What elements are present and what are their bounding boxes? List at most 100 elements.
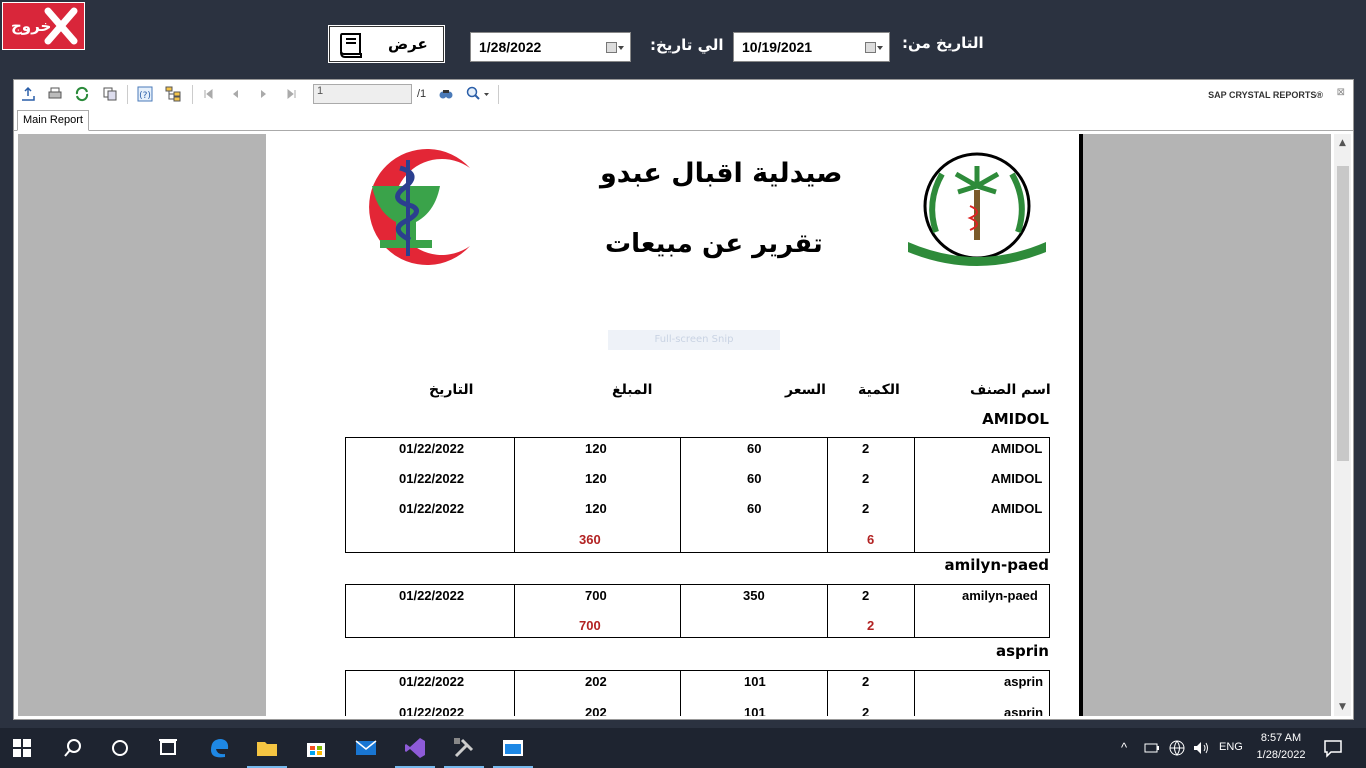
- cell-item: asprin: [1004, 674, 1044, 689]
- windows-start-icon[interactable]: [12, 738, 32, 758]
- cell-qty: 2: [862, 588, 870, 603]
- book-icon: [340, 33, 362, 58]
- cortana-icon[interactable]: [108, 736, 132, 760]
- cell-amount: 202: [585, 705, 607, 716]
- clock-time[interactable]: 8:57 AM: [1251, 732, 1311, 744]
- cell-qty: 2: [862, 674, 870, 689]
- report-title: صيدلية اقبال عبدو: [600, 158, 843, 189]
- exit-button[interactable]: خروج: [2, 2, 85, 50]
- clock-date[interactable]: 1/28/2022: [1251, 749, 1311, 761]
- total-amount: 360: [579, 532, 601, 547]
- copy-icon[interactable]: [102, 86, 118, 102]
- file-explorer-icon[interactable]: [255, 736, 279, 760]
- col-header-item: اسم الصنف: [970, 382, 1051, 398]
- group-name: AMIDOL: [982, 410, 1049, 428]
- prev-page-icon[interactable]: [227, 86, 243, 102]
- tools-icon[interactable]: [452, 736, 476, 760]
- group-table: 01/22/2022 120 60 2 AMIDOL 01/22/2022 12…: [345, 437, 1050, 553]
- total-amount: 700: [579, 618, 601, 633]
- svg-text:(?): (?): [139, 91, 151, 101]
- close-x-icon: [44, 7, 78, 45]
- report-canvas: صيدلية اقبال عبدو تقرير عن مبيعات Full-s…: [18, 134, 1331, 716]
- group-name: asprin: [995, 642, 1049, 660]
- cell-date: 01/22/2022: [399, 705, 465, 716]
- export-icon[interactable]: [20, 86, 36, 102]
- cell-item: AMIDOL: [991, 441, 1043, 456]
- cell-qty: 2: [862, 471, 870, 486]
- next-page-icon[interactable]: [256, 86, 272, 102]
- volume-icon[interactable]: [1192, 739, 1210, 757]
- battery-icon[interactable]: [1143, 739, 1161, 757]
- app-icon[interactable]: [501, 736, 525, 760]
- network-icon[interactable]: [1168, 739, 1186, 757]
- page-number-input[interactable]: 1: [313, 84, 412, 104]
- show-label: عرض: [388, 35, 428, 53]
- scroll-thumb[interactable]: [1337, 166, 1349, 461]
- total-qty: 6: [867, 532, 875, 547]
- edge-icon[interactable]: [207, 736, 231, 760]
- brand-label: SAP CRYSTAL REPORTS®: [1208, 90, 1323, 100]
- cell-price: 60: [747, 441, 762, 456]
- last-page-icon[interactable]: [284, 86, 300, 102]
- cell-price: 60: [747, 471, 762, 486]
- cell-item: amilyn-paed: [962, 588, 1038, 603]
- calendar-icon[interactable]: [606, 42, 624, 54]
- col-header-date: التاريخ: [429, 382, 474, 398]
- cell-qty: 2: [862, 441, 870, 456]
- scroll-up-icon[interactable]: ▲: [1337, 138, 1348, 148]
- find-icon[interactable]: [438, 86, 454, 102]
- first-page-icon[interactable]: [200, 86, 216, 102]
- to-date-value: 1/28/2022: [479, 39, 542, 55]
- cell-price: 101: [744, 705, 766, 716]
- cell-date: 01/22/2022: [399, 674, 465, 689]
- pharmacy-logo: [369, 149, 470, 265]
- cell-amount: 120: [585, 441, 607, 456]
- cell-item: AMIDOL: [991, 501, 1043, 516]
- cell-item: AMIDOL: [991, 471, 1043, 486]
- cell-amount: 120: [585, 471, 607, 486]
- group-tree-icon[interactable]: [165, 86, 181, 102]
- group-table: 01/22/2022 202 101 2 asprin 01/22/2022 2…: [345, 670, 1050, 716]
- print-icon[interactable]: [47, 86, 63, 102]
- cell-date: 01/22/2022: [399, 588, 465, 603]
- notification-icon[interactable]: [1323, 738, 1343, 758]
- cell-price: 101: [744, 674, 766, 689]
- from-date-label: التاريخ من:: [902, 34, 984, 52]
- report-viewer: (?) 1 /1 SAP CRYSTAL REPORTS® ⊠ Main Rep…: [13, 79, 1354, 720]
- page-total: /1: [417, 88, 427, 100]
- search-icon[interactable]: [61, 736, 85, 760]
- group-name: amilyn-paed: [944, 556, 1050, 574]
- tray-chevron-icon[interactable]: ^: [1121, 740, 1127, 755]
- cell-date: 01/22/2022: [399, 441, 465, 456]
- cell-date: 01/22/2022: [399, 501, 465, 516]
- cell-qty: 2: [862, 705, 870, 716]
- ministry-seal: [908, 152, 1046, 266]
- cell-price: 60: [747, 501, 762, 516]
- report-subtitle: تقرير عن مبيعات: [605, 229, 823, 259]
- visual-studio-icon[interactable]: [403, 736, 427, 760]
- report-page: صيدلية اقبال عبدو تقرير عن مبيعات Full-s…: [266, 134, 1083, 716]
- store-icon[interactable]: [304, 736, 328, 760]
- to-date-label: الي تاريخ:: [650, 36, 724, 54]
- vertical-scrollbar[interactable]: ▲ ▼: [1334, 134, 1351, 716]
- zoom-icon[interactable]: [466, 86, 490, 102]
- scroll-down-icon[interactable]: ▼: [1337, 702, 1348, 712]
- show-button[interactable]: عرض: [328, 25, 445, 63]
- task-view-icon[interactable]: [156, 736, 180, 760]
- toolbar-separator: [498, 85, 499, 104]
- tab-main-report[interactable]: Main Report: [17, 110, 89, 131]
- cell-amount: 120: [585, 501, 607, 516]
- col-header-qty: الكمية: [858, 382, 900, 398]
- group-table: 01/22/2022 700 350 2 amilyn-paed 700 2: [345, 584, 1050, 638]
- refresh-icon[interactable]: [74, 86, 90, 102]
- toolbar-separator: [127, 85, 128, 104]
- help-icon[interactable]: (?): [137, 86, 153, 102]
- to-date-picker[interactable]: 1/28/2022: [470, 32, 631, 62]
- from-date-picker[interactable]: 10/19/2021: [733, 32, 890, 62]
- close-viewer-icon[interactable]: ⊠: [1337, 87, 1345, 98]
- tab-strip: Main Report: [14, 109, 1353, 131]
- calendar-icon[interactable]: [865, 42, 883, 54]
- cell-item: asprin: [1004, 705, 1044, 716]
- language-indicator[interactable]: ENG: [1219, 741, 1243, 753]
- mail-icon[interactable]: [354, 736, 378, 760]
